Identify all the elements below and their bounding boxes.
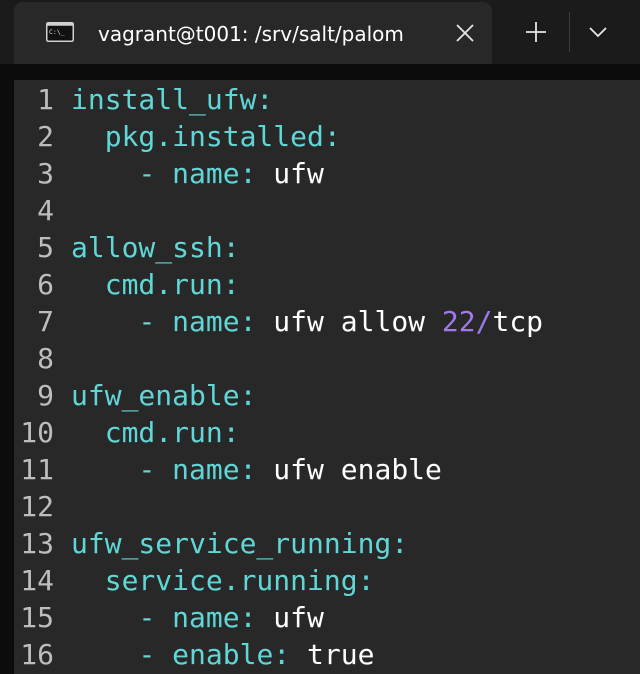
svg-text:C:\_: C:\_ <box>49 28 65 36</box>
line-number: 9 <box>37 379 54 412</box>
yaml-key: pkg.installed: <box>104 120 341 153</box>
line-number: 16 <box>20 638 54 671</box>
code-text: service.running: <box>71 562 375 599</box>
line-number: 12 <box>20 490 54 523</box>
line-number: 1 <box>37 83 54 116</box>
code-line: 9 ufw_enable: <box>14 377 640 414</box>
line-number: 11 <box>20 453 54 486</box>
code-text: - name: ufw allow 22/tcp <box>71 303 543 340</box>
editor-content[interactable]: 1 install_ufw: 2 pkg.installed: 3 - name: u… <box>14 80 640 674</box>
titlebar-divider <box>569 12 570 52</box>
line-number: 13 <box>20 527 54 560</box>
tab-title: vagrant@t001: /srv/salt/palom <box>98 22 404 46</box>
code-line: 12 <box>14 488 640 525</box>
line-number: 2 <box>37 120 54 153</box>
new-tab-button[interactable] <box>516 14 556 50</box>
code-line: 6 cmd.run: <box>14 266 640 303</box>
yaml-key: cmd.run: <box>104 416 240 449</box>
code-line: 4 <box>14 192 640 229</box>
code-line: 2 pkg.installed: <box>14 118 640 155</box>
line-number: 5 <box>37 231 54 264</box>
value-token: ufw <box>256 157 324 190</box>
code-text: - enable: true <box>71 636 374 673</box>
line-number: 15 <box>20 601 54 634</box>
yaml-key: ufw_enable: <box>71 379 257 412</box>
yaml-key: cmd.run: <box>104 268 240 301</box>
yaml-key: install_ufw: <box>71 83 274 116</box>
code-line: 14 service.running: <box>14 562 640 599</box>
chevron-down-icon <box>589 27 607 38</box>
tab-dropdown-button[interactable] <box>578 14 618 50</box>
value-token: true <box>290 638 375 671</box>
code-line: 1 install_ufw: <box>14 81 640 118</box>
code-text: ufw_enable: <box>71 377 256 414</box>
terminal-tab[interactable]: C:\_ vagrant@t001: /srv/salt/palom <box>14 2 492 64</box>
plus-icon <box>526 22 546 42</box>
line-number: 3 <box>37 157 54 190</box>
line-number: 8 <box>37 342 54 375</box>
code-text: - name: ufw enable <box>71 451 442 488</box>
yaml-key: - name: <box>138 157 257 190</box>
yaml-key: ufw_service_running: <box>71 527 409 560</box>
code-text: - name: ufw <box>71 599 324 636</box>
line-number: 6 <box>37 268 54 301</box>
yaml-key: - name: <box>138 453 257 486</box>
code-line: 16 - enable: true <box>14 636 640 673</box>
line-number: 10 <box>20 416 54 449</box>
code-line: 10 cmd.run: <box>14 414 640 451</box>
code-line: 3 - name: ufw <box>14 155 640 192</box>
code-text: cmd.run: <box>71 414 240 451</box>
terminal-icon: C:\_ <box>46 22 74 42</box>
code-text: allow_ssh: <box>71 229 240 266</box>
code-line: 13 ufw_service_running: <box>14 525 640 562</box>
code-text: - name: ufw <box>71 155 324 192</box>
number-token: 22/ <box>441 305 493 338</box>
value-token: ufw <box>256 601 324 634</box>
code-text: cmd.run: <box>71 266 240 303</box>
code-line: 8 <box>14 340 640 377</box>
yaml-key: service.running: <box>104 564 375 597</box>
line-number: 4 <box>37 194 54 227</box>
terminal-area[interactable]: 1 install_ufw: 2 pkg.installed: 3 - name: u… <box>0 64 640 674</box>
value-token: tcp <box>492 305 544 338</box>
yaml-key: - name: <box>138 305 257 338</box>
line-number: 14 <box>20 564 54 597</box>
code-text: install_ufw: <box>71 81 273 118</box>
value-token: ufw enable <box>256 453 442 486</box>
value-token: ufw allow <box>256 305 442 338</box>
code-text: ufw_service_running: <box>71 525 408 562</box>
yaml-key: - enable: <box>138 638 291 671</box>
yaml-key: allow_ssh: <box>71 231 240 264</box>
code-line: 11 - name: ufw enable <box>14 451 640 488</box>
code-text: pkg.installed: <box>71 118 341 155</box>
code-line: 15 - name: ufw <box>14 599 640 636</box>
yaml-key: - name: <box>138 601 257 634</box>
code-line: 5 allow_ssh: <box>14 229 640 266</box>
close-icon[interactable] <box>454 22 476 44</box>
line-number: 7 <box>37 305 54 338</box>
title-bar: C:\_ vagrant@t001: /srv/salt/palom <box>0 0 640 64</box>
code-line: 7 - name: ufw allow 22/tcp <box>14 303 640 340</box>
